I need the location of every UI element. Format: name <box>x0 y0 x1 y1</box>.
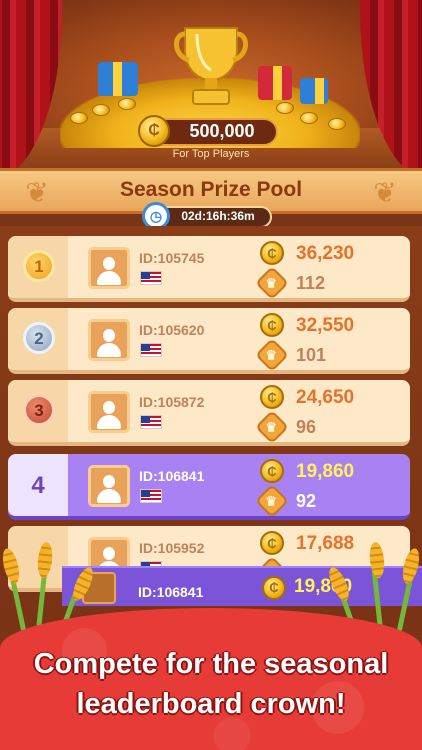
player-id: ID:105620 <box>139 322 205 338</box>
coin-icon: ₵ <box>260 241 284 265</box>
coins-value: 19,860 <box>296 461 355 482</box>
avatar[interactable] <box>88 465 130 507</box>
coin-icon: ₵ <box>262 576 286 600</box>
trophies-value: 112 <box>296 273 326 293</box>
crown-badge-icon: ♛ <box>255 410 289 444</box>
my-player-id: ID:106841 <box>138 584 204 600</box>
leaderboard-row[interactable]: 1 ID:105745 ₵ 36,230 ♛ 112 <box>8 236 410 302</box>
coin-icon: ₵ <box>138 115 170 147</box>
rank-cell: 1 <box>8 236 68 298</box>
player-id: ID:105952 <box>139 540 205 556</box>
avatar[interactable] <box>88 319 130 361</box>
rank-cell: 4 <box>8 454 68 516</box>
gift-box-icon <box>258 66 292 100</box>
promo-headline-line2: leaderboard crown! <box>76 688 346 720</box>
season-timer-text: 02d:16h:36m <box>181 209 255 223</box>
avatar[interactable] <box>88 247 130 289</box>
crown-badge-icon: ♛ <box>255 266 289 300</box>
coin-icon: ₵ <box>260 459 284 483</box>
coins-value: 36,230 <box>296 243 355 264</box>
page-title: Season Prize Pool <box>119 178 303 201</box>
crown-badge-icon: ♛ <box>255 338 289 372</box>
crown-badge-icon: ♛ <box>255 484 289 518</box>
us-flag-icon <box>140 343 162 357</box>
gift-box-icon <box>98 62 138 96</box>
coin-icon: ₵ <box>260 313 284 337</box>
coin-decoration <box>276 102 294 114</box>
trophy-icon <box>174 27 248 105</box>
avatar[interactable] <box>88 391 130 433</box>
gold-medal-icon: 1 <box>23 250 55 282</box>
leaderboard-row[interactable]: 3 ID:105872 ₵ 24,650 ♛ 96 <box>8 380 410 446</box>
coins-value: 24,650 <box>296 387 355 408</box>
trophies-value: 96 <box>296 417 317 437</box>
coin-icon: ₵ <box>260 531 284 555</box>
coin-decoration <box>300 112 318 124</box>
prize-caption: For Top Players <box>172 148 250 160</box>
rank-cell: 3 <box>8 380 68 442</box>
bronze-medal-icon: 3 <box>23 394 55 426</box>
us-flag-icon <box>140 415 162 429</box>
us-flag-icon <box>140 489 162 503</box>
trophies-value: 101 <box>296 345 327 365</box>
silver-medal-icon: 2 <box>23 322 55 354</box>
rank-cell: 2 <box>8 308 68 370</box>
coin-decoration <box>118 98 136 110</box>
coin-decoration <box>92 104 110 116</box>
player-id: ID:105745 <box>139 250 205 266</box>
trophies-value: 92 <box>296 491 317 511</box>
player-id: ID:105872 <box>139 394 205 410</box>
coin-icon: ₵ <box>260 385 284 409</box>
my-leaderboard-row[interactable]: 4 ID:106841 ₵ 19,860 ♛ 92 <box>8 454 410 520</box>
promo-headline-line1: Compete for the seasonal <box>33 648 389 680</box>
player-id: ID:106841 <box>139 468 205 484</box>
gift-box-icon <box>300 78 328 104</box>
leaderboard-row[interactable]: 2 ID:105620 ₵ 32,550 ♛ 101 <box>8 308 410 374</box>
us-flag-icon <box>140 271 162 285</box>
coin-decoration <box>328 118 346 130</box>
prize-amount: 500,000 <box>189 121 255 141</box>
prize-stage: ₵ 500,000 For Top Players <box>0 0 422 168</box>
rank-number: 4 <box>31 472 45 499</box>
coin-decoration <box>70 112 88 124</box>
coins-value: 32,550 <box>296 315 355 336</box>
